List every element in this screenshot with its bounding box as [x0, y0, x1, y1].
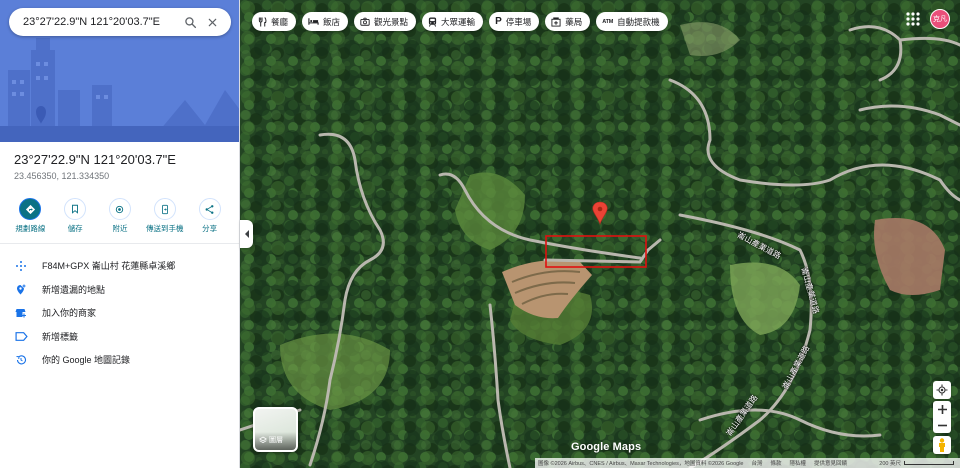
- feedback-link[interactable]: 提供意見回饋: [814, 459, 847, 467]
- collapse-panel-button[interactable]: [240, 220, 253, 248]
- region-link[interactable]: 台灣: [751, 459, 762, 467]
- satellite-imagery: [240, 0, 960, 468]
- place-details-list: F84M+GPX 崙山村 花蓮縣卓溪鄉 新增遺漏的地點 加入你的商家 新增標籤 …: [0, 254, 239, 372]
- nearby-icon: [116, 205, 124, 213]
- pegman-icon: [939, 438, 945, 452]
- scale-bar[interactable]: 200 英尺: [879, 459, 960, 467]
- layers-icon: [259, 436, 267, 444]
- atm-icon: ATM: [602, 18, 614, 25]
- plus-code-icon: [16, 260, 26, 271]
- history-icon: [16, 355, 26, 365]
- add-label-row[interactable]: 新增標籤: [0, 325, 239, 349]
- hotel-icon: [308, 18, 319, 25]
- save-button[interactable]: 儲存: [55, 198, 95, 243]
- action-bar: 規劃路線 儲存 附近 傳送到手機 分享: [0, 198, 239, 244]
- category-chips: 餐廳 飯店 觀光景點 大眾運輸 P 停車場 藥局 ATM 自動提款機: [252, 12, 668, 31]
- zoom-in-button[interactable]: [937, 401, 947, 417]
- search-box[interactable]: [9, 8, 231, 36]
- plus-icon: [937, 404, 947, 414]
- my-location-button[interactable]: [933, 381, 951, 399]
- maps-history-row[interactable]: 你的 Google 地圖記錄: [0, 348, 239, 372]
- chip-atm[interactable]: ATM 自動提款機: [596, 12, 668, 31]
- minus-icon: [937, 424, 947, 426]
- parking-icon: P: [495, 16, 502, 27]
- zoom-out-button[interactable]: [937, 417, 947, 433]
- place-panel: 23°27'22.9"N 121°20'03.7"E 23.456350, 12…: [0, 0, 240, 468]
- send-to-phone-button[interactable]: 傳送到手機: [145, 198, 185, 243]
- chip-hotels[interactable]: 飯店: [302, 12, 349, 31]
- restaurant-icon: [258, 16, 267, 26]
- my-location-icon: [936, 384, 948, 396]
- add-place-icon: [17, 284, 26, 295]
- transit-icon: [428, 17, 437, 27]
- add-missing-place-row[interactable]: 新增遺漏的地點: [0, 278, 239, 302]
- share-button[interactable]: 分享: [190, 198, 230, 243]
- bookmark-icon: [72, 204, 79, 214]
- label-icon: [14, 331, 28, 341]
- directions-button[interactable]: 規劃路線: [10, 198, 50, 243]
- place-title: 23°27'22.9"N 121°20'03.7"E: [14, 152, 176, 167]
- store-icon: [15, 308, 26, 318]
- search-input[interactable]: [23, 16, 179, 28]
- chip-parking[interactable]: P 停車場: [489, 12, 540, 31]
- pharmacy-icon: [551, 16, 561, 27]
- chip-restaurants[interactable]: 餐廳: [252, 12, 297, 31]
- search-icon: [184, 16, 196, 28]
- layers-button[interactable]: 圖層: [253, 407, 298, 452]
- street-view-pegman[interactable]: [933, 436, 951, 454]
- satellite-map[interactable]: 崙山產業道路 崙山產業道路 崙山產業道路 崙山產業道路: [240, 0, 960, 468]
- nearby-button[interactable]: 附近: [100, 198, 140, 243]
- close-icon: [208, 18, 216, 26]
- apps-grid-icon: [906, 12, 920, 26]
- attribution-bar: 圖像 ©2026 Airbus、CNES / Airbus、Maxar Tech…: [535, 458, 960, 468]
- place-decimal-coords: 23.456350, 121.334350: [14, 171, 110, 181]
- chevron-left-icon: [244, 230, 249, 238]
- chip-transit[interactable]: 大眾運輸: [422, 12, 484, 31]
- zoom-controls: [933, 401, 951, 433]
- chip-attractions[interactable]: 觀光景點: [354, 12, 417, 31]
- directions-icon: [25, 204, 35, 214]
- share-icon: [205, 204, 214, 214]
- google-maps-logo: Google Maps: [571, 441, 642, 453]
- chip-pharmacy[interactable]: 藥局: [545, 12, 591, 31]
- add-business-row[interactable]: 加入你的商家: [0, 301, 239, 325]
- send-to-phone-icon: [161, 204, 168, 214]
- account-avatar[interactable]: 克凡: [930, 9, 950, 29]
- close-button[interactable]: [201, 11, 223, 33]
- plus-code-row[interactable]: F84M+GPX 崙山村 花蓮縣卓溪鄉: [0, 254, 239, 278]
- privacy-link[interactable]: 隱私權: [790, 459, 807, 467]
- terms-link[interactable]: 條款: [771, 459, 782, 467]
- camera-icon: [360, 17, 370, 26]
- google-apps-button[interactable]: [904, 10, 922, 28]
- search-button[interactable]: [179, 11, 201, 33]
